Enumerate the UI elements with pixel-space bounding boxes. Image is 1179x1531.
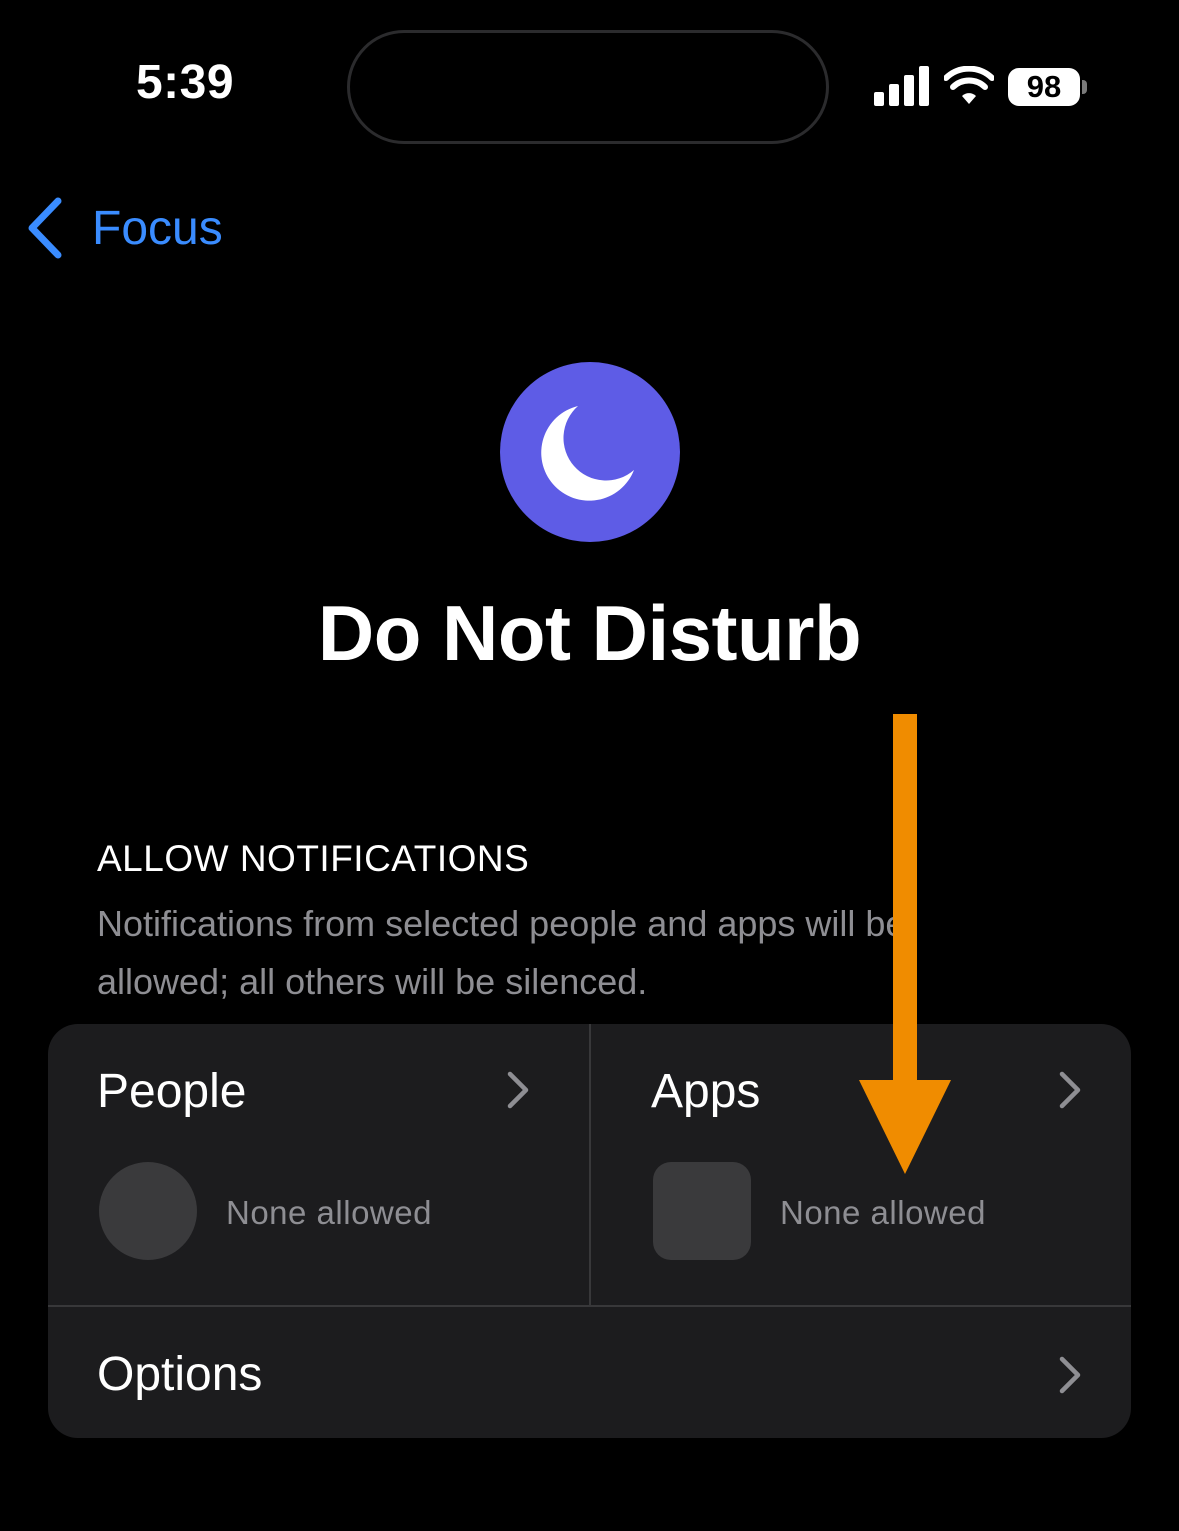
chevron-left-icon [28,197,62,259]
back-button[interactable]: Focus [24,190,223,266]
wifi-icon [944,66,994,104]
allow-notifications-card: People None allowed Apps None allowed Op… [48,1024,1131,1438]
options-label: Options [97,1348,263,1401]
apps-title: Apps [651,1065,761,1118]
people-status: None allowed [226,1194,432,1231]
chevron-right-icon [507,1071,529,1109]
annotation-arrow-icon [859,714,951,1174]
options-row[interactable]: Options [48,1307,1131,1438]
section-header: ALLOW NOTIFICATIONS [97,838,530,879]
people-avatar-placeholder [99,1162,197,1260]
moon-icon [541,406,634,501]
chevron-right-icon [1059,1071,1081,1109]
app-icon-placeholder [653,1162,751,1260]
battery-nub [1082,80,1087,94]
people-tile[interactable]: People None allowed [48,1024,589,1305]
chevron-right-icon [1059,1356,1081,1394]
dynamic-island [347,30,829,144]
people-title: People [97,1065,247,1118]
focus-mode-icon [500,362,680,542]
page-title: Do Not Disturb [317,589,862,677]
cellular-signal-icon [874,66,929,106]
status-time: 5:39 [135,56,235,109]
battery-indicator: 98 [1008,68,1080,106]
apps-status: None allowed [780,1194,986,1231]
back-label: Focus [92,201,223,255]
